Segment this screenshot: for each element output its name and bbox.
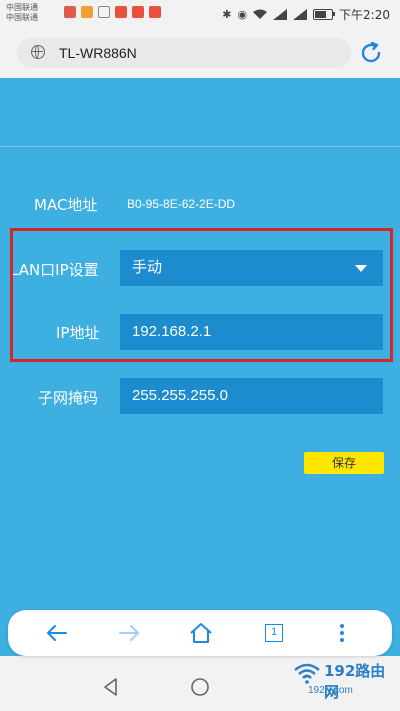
battery-level (315, 11, 327, 18)
forward-arrow-icon[interactable] (114, 618, 144, 648)
bluetooth-icon: ✱ (222, 8, 232, 21)
notification-chat-icon (98, 6, 110, 18)
save-button[interactable]: 保存 (304, 452, 384, 474)
highlight-box (10, 228, 393, 362)
status-bar: 中国联通 中国联通 ✱ ◉ 下午2:20 (0, 0, 400, 30)
tabs-button[interactable]: 1 (259, 618, 289, 648)
watermark-url: 192ly.com (308, 685, 353, 696)
notification-icons (64, 6, 161, 18)
reload-icon[interactable] (358, 40, 384, 66)
home-icon[interactable] (186, 618, 216, 648)
subnet-mask-input[interactable]: 255.255.255.0 (120, 378, 383, 414)
tabs-icon: 1 (265, 624, 283, 642)
wifi-icon (253, 9, 268, 19)
carrier-1: 中国联通 (6, 3, 38, 12)
battery-icon (313, 9, 336, 20)
subnet-mask-value: 255.255.255.0 (132, 387, 228, 404)
carrier-info: 中国联通 中国联通 (6, 3, 38, 23)
notification-weibo-icon-2 (132, 6, 144, 18)
signal-icon (293, 9, 308, 20)
globe-icon (31, 45, 45, 59)
status-right: ✱ ◉ 下午2:20 (222, 6, 390, 23)
nav-back-icon[interactable] (100, 676, 122, 698)
notification-weibo-icon-3 (149, 6, 161, 18)
browser-toolbar: 1 (8, 610, 392, 656)
notification-image-icon (64, 6, 76, 18)
clock: 下午2:20 (339, 8, 390, 22)
watermark: 192路由网 192ly.com (288, 658, 400, 711)
wifi-logo-icon (294, 663, 320, 684)
notification-app-icon (81, 6, 93, 18)
more-icon[interactable] (327, 618, 357, 648)
subnet-mask-label: 子网掩码 (38, 389, 99, 407)
signal-4g-icon (273, 9, 288, 20)
mac-label: MAC地址 (34, 196, 98, 214)
nav-home-icon[interactable] (189, 676, 211, 698)
router-settings-page: MAC地址 B0-95-8E-62-2E-DD LAN口IP设置 手动 IP地址… (0, 78, 400, 656)
carrier-2: 中国联通 (6, 13, 38, 22)
eye-icon: ◉ (237, 8, 248, 21)
url-text[interactable]: TL-WR886N (59, 45, 137, 61)
notification-weibo-icon (115, 6, 127, 18)
mac-value: B0-95-8E-62-2E-DD (127, 197, 236, 211)
address-bar[interactable]: TL-WR886N (17, 38, 351, 68)
back-arrow-icon[interactable] (42, 618, 72, 648)
header-divider (0, 146, 400, 147)
